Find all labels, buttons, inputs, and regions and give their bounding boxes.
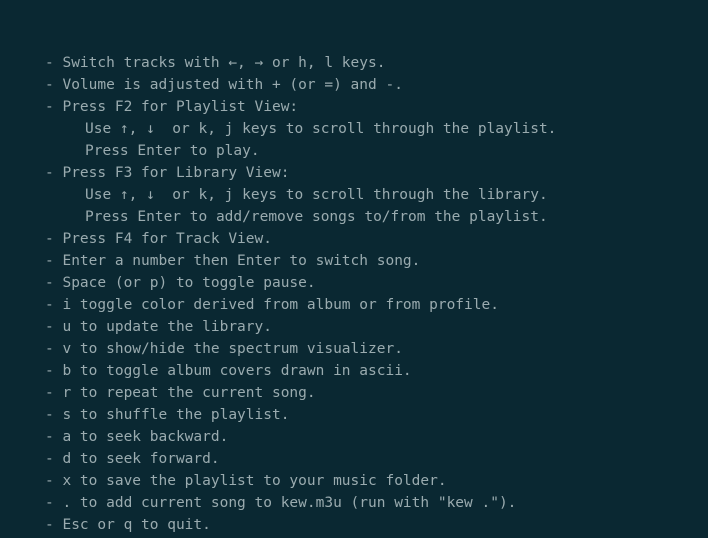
help-line: - . to add current song to kew.m3u (run … (0, 492, 708, 514)
help-line: - i toggle color derived from album or f… (0, 294, 708, 316)
help-line: - Press F2 for Playlist View: (0, 96, 708, 118)
help-lines: - Switch tracks with ←, → or h, l keys.-… (0, 52, 708, 536)
help-line: - Press F3 for Library View: (0, 162, 708, 184)
help-line: - Switch tracks with ←, → or h, l keys. (0, 52, 708, 74)
help-line: - r to repeat the current song. (0, 382, 708, 404)
help-line: Use ↑, ↓ or k, j keys to scroll through … (0, 184, 708, 206)
help-line: Press Enter to play. (0, 140, 708, 162)
help-screen: - Switch tracks with ←, → or h, l keys.-… (0, 0, 708, 538)
help-line: - Enter a number then Enter to switch so… (0, 250, 708, 272)
help-line: - b to toggle album covers drawn in asci… (0, 360, 708, 382)
help-line: Press Enter to add/remove songs to/from … (0, 206, 708, 228)
help-line: Use ↑, ↓ or k, j keys to scroll through … (0, 118, 708, 140)
help-line: - Space (or p) to toggle pause. (0, 272, 708, 294)
help-line: - d to seek forward. (0, 448, 708, 470)
help-line: - s to shuffle the playlist. (0, 404, 708, 426)
help-line: - v to show/hide the spectrum visualizer… (0, 338, 708, 360)
help-line: - Volume is adjusted with + (or =) and -… (0, 74, 708, 96)
help-line: - Esc or q to quit. (0, 514, 708, 536)
help-line: - Press F4 for Track View. (0, 228, 708, 250)
help-line: - a to seek backward. (0, 426, 708, 448)
help-line: - u to update the library. (0, 316, 708, 338)
help-line: - x to save the playlist to your music f… (0, 470, 708, 492)
